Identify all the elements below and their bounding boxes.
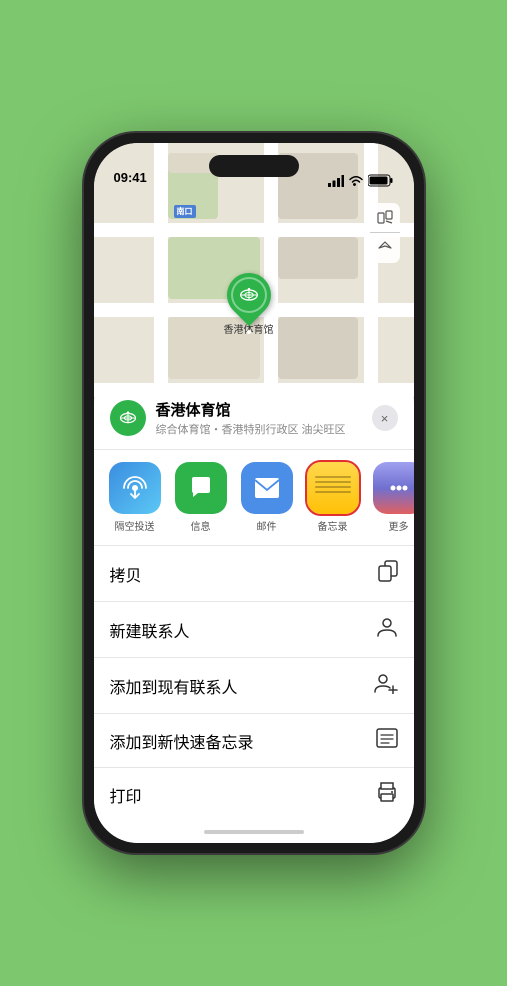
map-controls (370, 203, 400, 263)
map-icon (377, 210, 393, 226)
signal-icon (328, 175, 344, 187)
share-item-messages[interactable]: 信息 (172, 462, 230, 533)
action-row-add-contact[interactable]: 添加到现有联系人 (94, 658, 414, 714)
person-svg (376, 616, 398, 638)
action-quick-note-label: 添加到新快速备忘录 (110, 729, 254, 753)
notes-line-1 (315, 476, 351, 478)
airdrop-label: 隔空投送 (115, 518, 155, 533)
notes-line-3 (315, 486, 351, 488)
messages-icon (175, 462, 227, 514)
more-icon (373, 462, 414, 514)
share-item-airdrop[interactable]: 隔空投送 (106, 462, 164, 533)
airdrop-svg (122, 475, 148, 501)
map-block (278, 317, 358, 379)
messages-svg (188, 475, 214, 501)
close-button[interactable]: × (372, 405, 398, 431)
notes-icon (307, 462, 359, 514)
share-item-more[interactable]: 更多 (370, 462, 414, 533)
stadium-svg-icon (239, 285, 259, 305)
action-row-quick-note[interactable]: 添加到新快速备忘录 (94, 714, 414, 768)
notes-line-4 (315, 491, 351, 493)
print-icon (376, 782, 398, 807)
messages-label: 信息 (191, 518, 211, 533)
notes-label: 备忘录 (318, 518, 348, 533)
share-item-mail[interactable]: 邮件 (238, 462, 296, 533)
dynamic-island (209, 155, 299, 177)
print-svg (376, 782, 398, 802)
note-svg (376, 728, 398, 748)
new-contact-icon (376, 616, 398, 643)
location-button[interactable] (370, 233, 400, 263)
share-row: 隔空投送 信息 (94, 450, 414, 546)
mail-label: 邮件 (257, 518, 277, 533)
phone-screen: 09:41 (94, 143, 414, 843)
action-new-contact-label: 新建联系人 (110, 618, 190, 642)
location-arrow-icon (378, 241, 392, 255)
copy-svg (378, 560, 398, 582)
location-info: 香港体育馆 综合体育馆・香港特别行政区 油尖旺区 (156, 399, 362, 437)
more-svg (386, 475, 412, 501)
south-entrance-label: 南口 (174, 205, 199, 218)
home-indicator (94, 821, 414, 843)
location-name: 香港体育馆 (156, 399, 362, 420)
action-add-contact-label: 添加到现有联系人 (110, 674, 238, 698)
quick-note-icon (376, 728, 398, 753)
mail-svg (254, 477, 280, 499)
status-time: 09:41 (114, 170, 147, 187)
wifi-icon (348, 175, 364, 187)
location-subtitle: 综合体育馆・香港特别行政区 油尖旺区 (156, 421, 362, 437)
pin-inner (231, 277, 267, 313)
action-copy-label: 拷贝 (110, 562, 142, 586)
person-add-svg (374, 672, 398, 694)
mail-icon (241, 462, 293, 514)
stadium-pin: 香港体育馆 (224, 273, 274, 336)
status-icons (328, 174, 394, 187)
airdrop-icon (109, 462, 161, 514)
more-label: 更多 (389, 518, 409, 533)
action-print-label: 打印 (110, 783, 142, 807)
bottom-sheet: 香港体育馆 综合体育馆・香港特别行政区 油尖旺区 × (94, 383, 414, 843)
pin-dot (247, 330, 251, 334)
pin-circle (217, 264, 279, 326)
location-card-icon (110, 400, 146, 436)
home-bar (204, 830, 304, 834)
map-block (278, 237, 358, 279)
notes-line-2 (315, 481, 351, 483)
battery-icon (368, 174, 394, 187)
map-view-button[interactable] (370, 203, 400, 233)
copy-icon (378, 560, 398, 587)
phone-frame: 09:41 (84, 133, 424, 853)
stadium-card-icon (118, 408, 138, 428)
action-row-print[interactable]: 打印 (94, 768, 414, 821)
map-label-box: 南口 (174, 205, 196, 218)
notes-lines (315, 476, 351, 496)
add-contact-icon (374, 672, 398, 699)
action-row-new-contact[interactable]: 新建联系人 (94, 602, 414, 658)
location-header: 香港体育馆 综合体育馆・香港特别行政区 油尖旺区 × (94, 399, 414, 450)
action-row-copy[interactable]: 拷贝 (94, 546, 414, 602)
share-item-notes[interactable]: 备忘录 (304, 462, 362, 533)
